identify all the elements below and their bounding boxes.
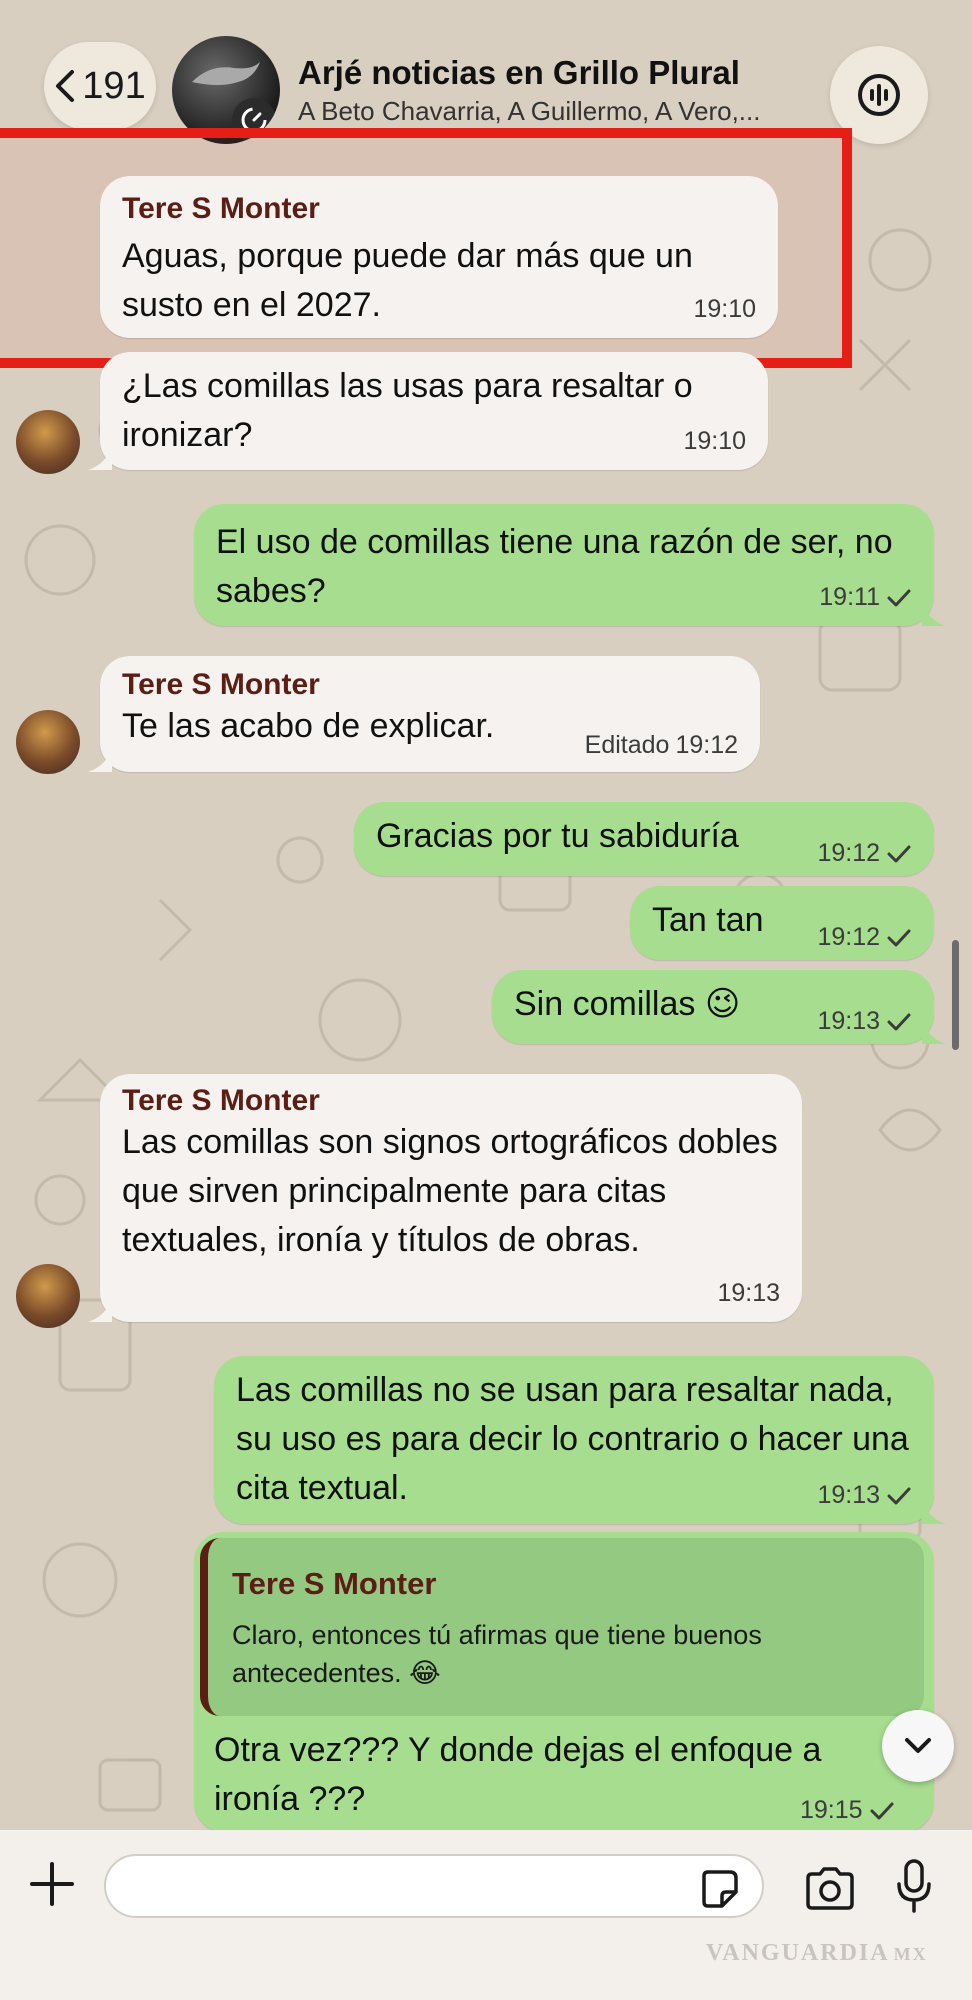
watermark-text: VANGUARDIA [706, 1940, 890, 1966]
message-bubble[interactable]: El uso de comillas tiene una razón de se… [194, 504, 946, 626]
message-sender: Tere S Monter [122, 1084, 320, 1117]
composer-bar [0, 1830, 972, 2000]
edited-label: Editado [584, 731, 670, 759]
scrollbar[interactable] [952, 940, 959, 1050]
quoted-message[interactable]: Tere S Monter Claro, entonces tú afirmas… [200, 1538, 924, 1716]
message-time: 19:10 [693, 295, 756, 323]
message-time: 19:12 [675, 731, 738, 759]
watermark-suffix: MX [893, 1944, 928, 1964]
message-bubble[interactable]: Tere S Monter Te las acabo de explicar. … [88, 656, 760, 772]
sent-check-icon [887, 845, 911, 862]
message-bubble[interactable]: Tan tan 19:12 [630, 886, 934, 960]
message-bubble[interactable]: Tere S Monter Las comillas son signos or… [88, 1074, 802, 1322]
bubble-tail [922, 1500, 946, 1524]
sent-check-icon [887, 1487, 911, 1504]
message-bubble[interactable]: ¿Las comillas las usas para resaltar o i… [88, 352, 768, 470]
message-time: 19:13 [717, 1279, 780, 1307]
message-time: 19:11 [819, 583, 880, 611]
message-time: 19:15 [800, 1796, 863, 1824]
bubble-tail [922, 602, 946, 626]
message-bubble[interactable]: Sin comillas 😉 19:13 [492, 970, 946, 1044]
bird-image [192, 62, 260, 85]
quoted-text: Claro, entonces tú afirmas que tiene bue… [232, 1620, 762, 1688]
message-time: 19:12 [817, 923, 880, 951]
sent-check-icon [887, 589, 911, 606]
bubble-tail [88, 446, 112, 470]
message-time: 19:13 [817, 1007, 880, 1035]
sent-check-icon [887, 929, 911, 946]
plus-icon[interactable] [28, 1860, 76, 1908]
message-text: El uso de comillas tiene una razón de se… [216, 523, 893, 610]
quoted-sender: Tere S Monter [232, 1566, 437, 1601]
bubble-tail [922, 1020, 946, 1044]
message-time: 19:13 [817, 1481, 880, 1509]
watermark: VANGUARDIA MX [706, 1940, 928, 1967]
message-bubble[interactable]: Las comillas no se usan para resaltar na… [214, 1356, 946, 1524]
message-bubble[interactable]: Gracias por tu sabiduría 19:12 [354, 802, 934, 876]
chat-header: 191 Arjé noticias en Grillo Plural A Bet… [0, 0, 972, 144]
message-time: 19:10 [683, 427, 746, 455]
sticker-icon[interactable] [698, 1868, 740, 1910]
sent-check-icon [870, 1802, 894, 1819]
message-time: 19:12 [817, 839, 880, 867]
audio-wave-icon [858, 74, 900, 116]
message-input[interactable] [104, 1854, 764, 1918]
scroll-to-bottom-button[interactable] [882, 1710, 954, 1782]
message-sender: Tere S Monter [122, 192, 320, 225]
sender-avatar[interactable] [16, 410, 80, 474]
message-text: Las comillas son signos ortográficos dob… [122, 1123, 778, 1259]
message-sender: Tere S Monter [122, 668, 320, 701]
message-text: ¿Las comillas las usas para resaltar o i… [122, 367, 693, 454]
chevron-left-icon [56, 70, 75, 102]
sender-avatar[interactable] [16, 1264, 80, 1328]
sent-check-icon [887, 1013, 911, 1030]
message-text: Aguas, porque puede dar más que un susto… [122, 237, 693, 324]
group-title[interactable]: Arjé noticias en Grillo Plural [298, 54, 740, 92]
unread-count: 191 [82, 64, 146, 107]
bubble-tail [88, 1298, 112, 1322]
back-button[interactable]: 191 [44, 42, 156, 130]
group-members[interactable]: A Beto Chavarria, A Guillermo, A Vero,..… [298, 96, 760, 127]
message-text: Otra vez??? Y donde dejas el enfoque a i… [214, 1731, 822, 1818]
chevron-down-icon [905, 1738, 931, 1753]
message-bubble[interactable]: Tere S Monter Aguas, porque puede dar má… [100, 176, 778, 338]
camera-icon[interactable] [804, 1866, 856, 1910]
sender-avatar[interactable] [16, 710, 80, 774]
bubble-tail [88, 748, 112, 772]
microphone-icon[interactable] [896, 1858, 932, 1914]
